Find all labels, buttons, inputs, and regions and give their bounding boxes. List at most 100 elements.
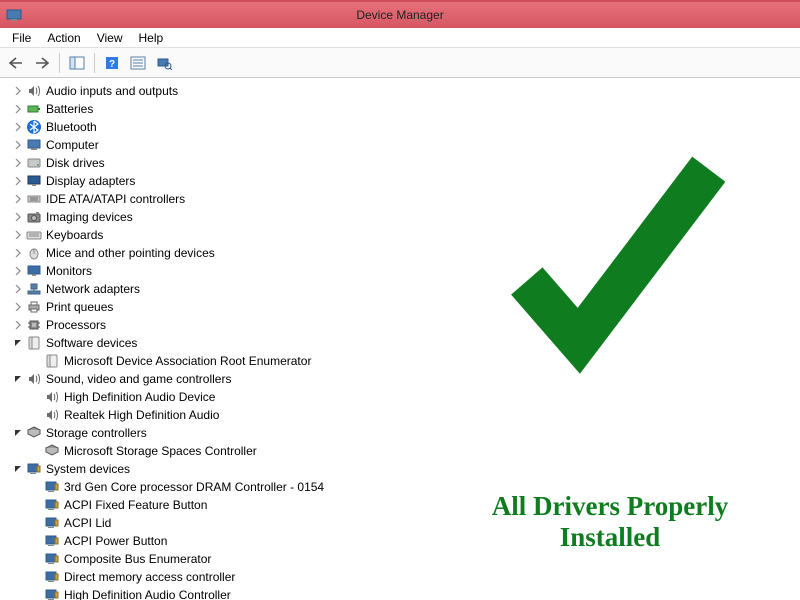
- menu-view[interactable]: View: [89, 29, 131, 47]
- app-icon: [6, 7, 22, 23]
- device-tree[interactable]: Audio inputs and outputsBatteriesBluetoo…: [12, 82, 800, 600]
- collapse-arrow-icon[interactable]: [12, 427, 24, 439]
- tree-device[interactable]: Direct memory access controller: [30, 568, 800, 586]
- tree-category[interactable]: Mice and other pointing devices: [12, 244, 800, 262]
- tree-device[interactable]: ACPI Power Button: [30, 532, 800, 550]
- menu-help[interactable]: Help: [131, 29, 172, 47]
- tree-category[interactable]: Audio inputs and outputs: [12, 82, 800, 100]
- collapse-arrow-icon[interactable]: [12, 373, 24, 385]
- help-button[interactable]: ?: [100, 51, 124, 75]
- tree-category-label: Print queues: [46, 298, 113, 316]
- tree-device[interactable]: Realtek High Definition Audio: [30, 406, 800, 424]
- expand-arrow-icon[interactable]: [12, 121, 24, 133]
- tree-category[interactable]: Storage controllers: [12, 424, 800, 442]
- expand-arrow-icon[interactable]: [12, 211, 24, 223]
- tree-category[interactable]: Disk drives: [12, 154, 800, 172]
- tree-device[interactable]: Microsoft Device Association Root Enumer…: [30, 352, 800, 370]
- tree-spacer: [30, 391, 42, 403]
- system-icon: [44, 515, 60, 531]
- expand-arrow-icon[interactable]: [12, 229, 24, 241]
- tree-spacer: [30, 589, 42, 600]
- expand-arrow-icon[interactable]: [12, 319, 24, 331]
- tree-device[interactable]: High Definition Audio Controller: [30, 586, 800, 600]
- tree-category[interactable]: Imaging devices: [12, 208, 800, 226]
- tree-device-label: High Definition Audio Controller: [64, 586, 231, 600]
- collapse-arrow-icon[interactable]: [12, 463, 24, 475]
- tree-device[interactable]: 3rd Gen Core processor DRAM Controller -…: [30, 478, 800, 496]
- tree-category[interactable]: Software devices: [12, 334, 800, 352]
- show-hide-tree-button[interactable]: [65, 51, 89, 75]
- tree-spacer: [30, 409, 42, 421]
- tree-category[interactable]: Network adapters: [12, 280, 800, 298]
- properties-button[interactable]: [126, 51, 150, 75]
- back-button[interactable]: [4, 51, 28, 75]
- tree-spacer: [30, 499, 42, 511]
- tree-category-label: Network adapters: [46, 280, 140, 298]
- tree-category[interactable]: Bluetooth: [12, 118, 800, 136]
- tree-spacer: [30, 481, 42, 493]
- toolbar-separator: [94, 53, 95, 73]
- window-title: Device Manager: [356, 8, 443, 22]
- tree-device[interactable]: Microsoft Storage Spaces Controller: [30, 442, 800, 460]
- system-icon: [44, 479, 60, 495]
- expand-arrow-icon[interactable]: [12, 193, 24, 205]
- collapse-arrow-icon[interactable]: [12, 337, 24, 349]
- tree-category[interactable]: Batteries: [12, 100, 800, 118]
- tree-device[interactable]: High Definition Audio Device: [30, 388, 800, 406]
- tree-spacer: [30, 571, 42, 583]
- expand-arrow-icon[interactable]: [12, 157, 24, 169]
- tree-category[interactable]: Processors: [12, 316, 800, 334]
- tree-category[interactable]: Computer: [12, 136, 800, 154]
- expand-arrow-icon[interactable]: [12, 283, 24, 295]
- svg-text:?: ?: [109, 59, 115, 70]
- tree-category[interactable]: Print queues: [12, 298, 800, 316]
- tree-category[interactable]: System devices: [12, 460, 800, 478]
- tree-device[interactable]: Composite Bus Enumerator: [30, 550, 800, 568]
- display-icon: [26, 173, 42, 189]
- tree-category-label: Storage controllers: [46, 424, 147, 442]
- tree-device[interactable]: ACPI Lid: [30, 514, 800, 532]
- expand-arrow-icon[interactable]: [12, 265, 24, 277]
- tree-device-label: 3rd Gen Core processor DRAM Controller -…: [64, 478, 324, 496]
- system-icon: [26, 461, 42, 477]
- tree-category-label: Mice and other pointing devices: [46, 244, 215, 262]
- keyboard-icon: [26, 227, 42, 243]
- tree-category-label: Monitors: [46, 262, 92, 280]
- expand-arrow-icon[interactable]: [12, 247, 24, 259]
- tree-device-label: Microsoft Device Association Root Enumer…: [64, 352, 311, 370]
- tree-spacer: [30, 355, 42, 367]
- tree-category[interactable]: Keyboards: [12, 226, 800, 244]
- toolbar: ?: [0, 48, 800, 78]
- expand-arrow-icon[interactable]: [12, 103, 24, 115]
- tree-category-label: System devices: [46, 460, 130, 478]
- scan-hardware-button[interactable]: [152, 51, 176, 75]
- storage-icon: [44, 443, 60, 459]
- titlebar: Device Manager: [0, 0, 800, 28]
- tree-category-label: Software devices: [46, 334, 137, 352]
- expand-arrow-icon[interactable]: [12, 175, 24, 187]
- system-icon: [44, 587, 60, 600]
- expand-arrow-icon[interactable]: [12, 301, 24, 313]
- expand-arrow-icon[interactable]: [12, 85, 24, 97]
- storage-icon: [26, 425, 42, 441]
- tree-category-label: Display adapters: [46, 172, 135, 190]
- tree-category[interactable]: Monitors: [12, 262, 800, 280]
- menu-action[interactable]: Action: [39, 29, 88, 47]
- tree-device[interactable]: ACPI Fixed Feature Button: [30, 496, 800, 514]
- printer-icon: [26, 299, 42, 315]
- menu-file[interactable]: File: [4, 29, 39, 47]
- tree-category[interactable]: Display adapters: [12, 172, 800, 190]
- tree-device-label: ACPI Power Button: [64, 532, 167, 550]
- forward-button[interactable]: [30, 51, 54, 75]
- tree-category[interactable]: IDE ATA/ATAPI controllers: [12, 190, 800, 208]
- system-icon: [44, 497, 60, 513]
- device-tree-panel: Audio inputs and outputsBatteriesBluetoo…: [0, 78, 800, 600]
- mouse-icon: [26, 245, 42, 261]
- tree-device-label: High Definition Audio Device: [64, 388, 215, 406]
- toolbar-separator: [59, 53, 60, 73]
- tree-spacer: [30, 517, 42, 529]
- ide-icon: [26, 191, 42, 207]
- tree-category[interactable]: Sound, video and game controllers: [12, 370, 800, 388]
- tree-spacer: [30, 535, 42, 547]
- expand-arrow-icon[interactable]: [12, 139, 24, 151]
